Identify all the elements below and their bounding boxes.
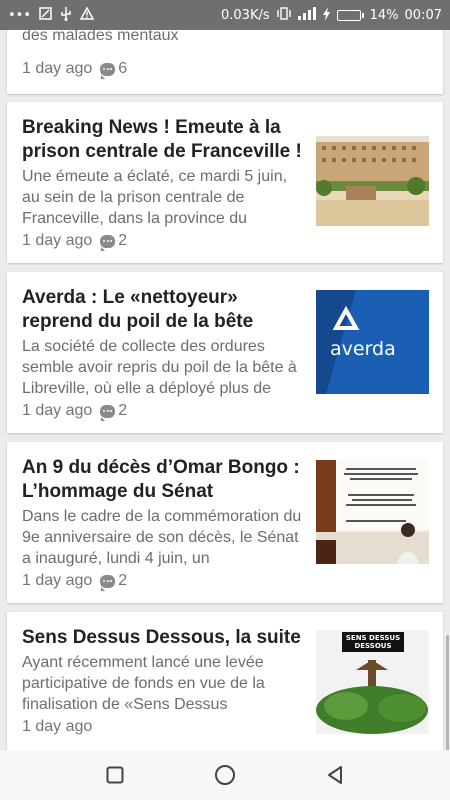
back-button[interactable] [315, 755, 355, 795]
comment-count-value: 2 [118, 572, 128, 589]
scrollbar[interactable] [446, 635, 449, 750]
article-title[interactable]: Breaking News ! Emeute à la prison centr… [22, 116, 307, 164]
article-card[interactable]: Averda : Le «nettoyeur» reprend du poil … [7, 272, 443, 433]
comment-count-value: 6 [118, 60, 128, 77]
averda-logo-text: averda [330, 338, 396, 360]
navigation-bar [0, 750, 450, 800]
home-icon [215, 765, 235, 785]
article-card[interactable]: Breaking News ! Emeute à la prison centr… [7, 102, 443, 263]
article-excerpt: politique visant à limiter la proliférat… [22, 30, 179, 44]
comment-count-value: 2 [118, 402, 128, 419]
comment-count[interactable]: 2 [100, 572, 128, 591]
usb-icon [60, 6, 72, 24]
article-card[interactable]: An 9 du décès d’Omar Bongo : L’hommage d… [7, 442, 443, 603]
article-meta: 1 day ago 2 [22, 572, 128, 591]
recent-apps-button[interactable] [95, 755, 135, 795]
article-meta: 1 day ago 2 [22, 402, 128, 421]
article-card[interactable]: politique visant à limiter la proliférat… [7, 30, 443, 94]
network-speed: 0.03K/s [221, 7, 270, 23]
vibrate-icon [276, 7, 292, 23]
home-button[interactable] [205, 755, 245, 795]
battery-icon [336, 9, 364, 21]
article-time: 1 day ago [22, 402, 93, 419]
screenshot-icon [39, 7, 52, 23]
article-time: 1 day ago [22, 572, 93, 589]
comment-icon [100, 404, 116, 421]
signal-icon [297, 7, 316, 23]
article-title[interactable]: Sens Dessus Dessous, la suite [22, 626, 307, 650]
article-excerpt: Une émeute a éclaté, ce mardi 5 juin, au… [22, 168, 288, 227]
article-title[interactable]: An 9 du décès d’Omar Bongo : L’hommage d… [22, 456, 307, 504]
recent-apps-icon [106, 766, 124, 784]
comment-count[interactable]: 6 [100, 60, 128, 79]
comment-count[interactable]: 2 [100, 402, 128, 421]
article-excerpt: Ayant récemment lancé une levée particip… [22, 654, 265, 713]
comment-count-value: 2 [118, 232, 128, 249]
article-meta: 1 day ago [22, 718, 92, 736]
comment-icon [100, 62, 116, 79]
article-excerpt: La société de collecte des ordures sembl… [22, 338, 297, 397]
article-card[interactable]: Sens Dessus Dessous, la suite Ayant réce… [7, 612, 443, 750]
comment-icon [100, 234, 116, 251]
comment-icon [100, 574, 116, 591]
clock: 00:07 [404, 7, 442, 23]
prison-building-image[interactable] [316, 136, 429, 226]
charging-icon [322, 6, 331, 24]
back-icon [328, 766, 342, 784]
comment-count[interactable]: 2 [100, 232, 128, 251]
upside-down-tree-image[interactable]: SENS DESSUS DESSOUS [316, 630, 429, 734]
article-title[interactable]: Averda : Le «nettoyeur» reprend du poil … [22, 286, 307, 334]
article-meta: 1 day ago 2 [22, 232, 128, 251]
article-meta: 1 day ago 6 [22, 60, 128, 79]
article-time: 1 day ago [22, 60, 93, 77]
averda-image[interactable]: averda [316, 290, 429, 394]
news-feed[interactable]: politique visant à limiter la proliférat… [0, 30, 450, 750]
poster-title-text: SENS DESSUS DESSOUS [345, 634, 401, 650]
article-time: 1 day ago [22, 232, 93, 249]
status-bar: ••• 0.03K/s 14% 00:07 [0, 0, 450, 30]
article-excerpt: Dans le cadre de la commémoration du 9e … [22, 508, 302, 567]
article-time: 1 day ago [22, 718, 93, 735]
more-icon: ••• [8, 7, 32, 23]
senate-ceremony-image[interactable] [316, 460, 429, 564]
battery-percent: 14% [369, 7, 399, 23]
warning-icon [79, 6, 95, 23]
